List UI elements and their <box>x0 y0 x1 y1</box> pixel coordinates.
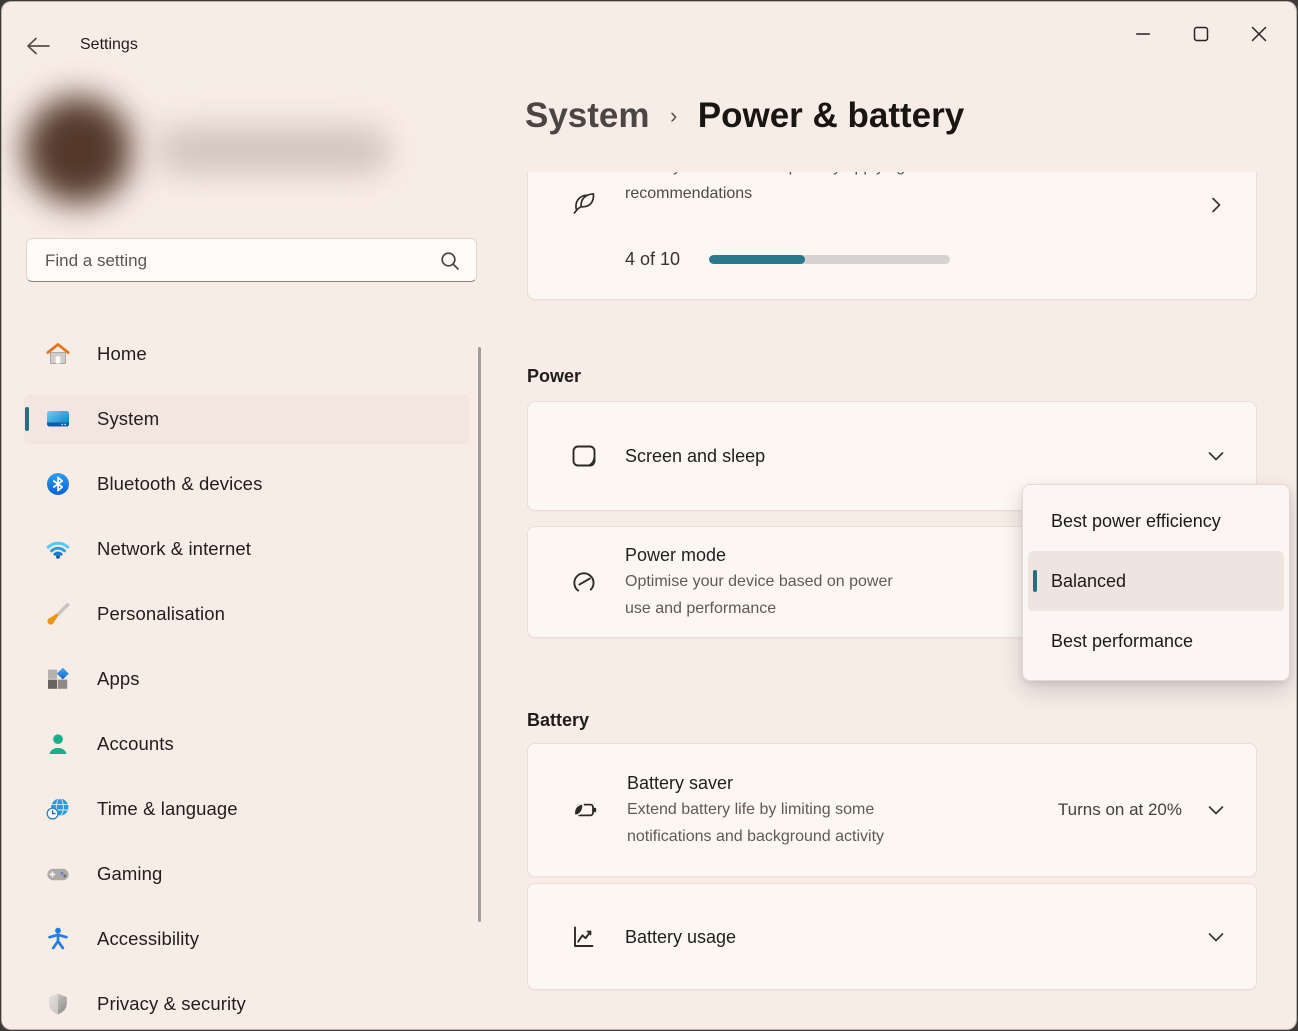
time-language-icon <box>45 796 71 822</box>
accounts-icon <box>45 731 71 757</box>
maximize-icon <box>1189 22 1213 46</box>
home-icon <box>45 341 71 367</box>
system-icon <box>45 406 71 432</box>
power-mode-description: Optimise your device based on power use … <box>625 568 893 622</box>
sidebar-item-label: Home <box>97 343 147 365</box>
section-header-battery: Battery <box>527 708 1257 732</box>
network-icon <box>45 536 71 562</box>
progress-fill <box>709 255 805 264</box>
battery-usage-card[interactable]: Battery usage <box>527 883 1257 990</box>
sidebar-item-label: Personalisation <box>97 603 225 625</box>
power-mode-label: Power mode <box>625 542 893 568</box>
sidebar-nav: Home System <box>24 329 470 1030</box>
maximize-button[interactable] <box>1172 14 1230 54</box>
minimize-button[interactable] <box>1114 14 1172 54</box>
page-title: Power & battery <box>698 96 964 135</box>
sidebar-item-bluetooth-devices[interactable]: Bluetooth & devices <box>24 459 470 509</box>
sidebar-item-apps[interactable]: Apps <box>24 654 470 704</box>
sidebar: Home System <box>2 64 502 1029</box>
battery-usage-label: Battery usage <box>625 924 736 950</box>
breadcrumb-parent[interactable]: System <box>525 96 650 135</box>
leaf-icon <box>570 187 600 217</box>
battery-saver-label: Battery saver <box>627 770 884 796</box>
dropdown-option-balanced[interactable]: Balanced <box>1028 551 1284 611</box>
battery-saver-card[interactable]: Battery saver Extend battery life by lim… <box>527 743 1257 877</box>
gaming-icon <box>45 861 71 887</box>
battery-saver-icon <box>570 795 600 825</box>
sidebar-item-system[interactable]: System <box>24 394 470 444</box>
privacy-security-icon <box>45 991 71 1017</box>
search-box <box>26 238 477 282</box>
close-button[interactable] <box>1230 14 1288 54</box>
app-title: Settings <box>80 36 138 54</box>
section-header-power: Power <box>527 364 1257 388</box>
sidebar-item-accessibility[interactable]: Accessibility <box>24 914 470 964</box>
energy-recommendations-text: Lower your carbon footprint by applying … <box>625 172 949 207</box>
sidebar-item-label: Gaming <box>97 863 162 885</box>
screen-sleep-icon <box>570 442 598 470</box>
power-mode-dropdown: Best power efficiency Balanced Best perf… <box>1022 484 1290 681</box>
energy-text-line1: Lower your carbon footprint by applying … <box>625 172 949 180</box>
sidebar-item-privacy-security[interactable]: Privacy & security <box>24 979 470 1029</box>
accessibility-icon <box>45 926 71 952</box>
apps-icon <box>45 666 71 692</box>
search-icon <box>438 249 462 273</box>
sidebar-item-accounts[interactable]: Accounts <box>24 719 470 769</box>
sidebar-scrollbar[interactable] <box>478 347 481 922</box>
sidebar-item-time-language[interactable]: Time & language <box>24 784 470 834</box>
dropdown-option-best-performance[interactable]: Best performance <box>1028 611 1284 671</box>
sidebar-item-label: Privacy & security <box>97 993 246 1015</box>
energy-text-line2: recommendations <box>625 180 949 207</box>
close-icon <box>1247 22 1271 46</box>
back-button[interactable] <box>24 32 56 60</box>
sidebar-item-network-internet[interactable]: Network & internet <box>24 524 470 574</box>
back-arrow-icon <box>24 34 56 58</box>
user-email-redacted <box>170 136 390 166</box>
dropdown-option-best-power-efficiency[interactable]: Best power efficiency <box>1028 491 1284 551</box>
energy-recommendations-card[interactable]: Lower your carbon footprint by applying … <box>527 172 1257 300</box>
sidebar-item-label: Accessibility <box>97 928 199 950</box>
sidebar-item-label: Network & internet <box>97 538 251 560</box>
chevron-down-icon[interactable] <box>1204 444 1228 468</box>
sidebar-item-label: Accounts <box>97 733 174 755</box>
breadcrumb: System › Power & battery <box>525 96 964 136</box>
battery-usage-icon <box>570 923 598 951</box>
personalisation-icon <box>45 601 71 627</box>
progress-count: 4 of 10 <box>625 249 709 270</box>
sidebar-item-label: Apps <box>97 668 140 690</box>
sidebar-item-personalisation[interactable]: Personalisation <box>24 589 470 639</box>
power-mode-icon <box>570 568 598 596</box>
settings-window: Settings <box>1 1 1297 1030</box>
chevron-down-icon[interactable] <box>1204 798 1228 822</box>
battery-saver-value: Turns on at 20% <box>1058 800 1182 820</box>
bluetooth-icon <box>45 471 71 497</box>
chevron-right-icon[interactable] <box>1204 193 1228 217</box>
avatar <box>24 96 132 204</box>
screen-sleep-label: Screen and sleep <box>625 443 765 469</box>
window-controls <box>1114 14 1288 54</box>
sidebar-item-home[interactable]: Home <box>24 329 470 379</box>
sidebar-item-gaming[interactable]: Gaming <box>24 849 470 899</box>
sidebar-item-label: System <box>97 408 159 430</box>
titlebar: Settings <box>2 2 1296 64</box>
breadcrumb-separator-icon: › <box>670 103 677 128</box>
sidebar-item-label: Time & language <box>97 798 238 820</box>
progress-bar <box>709 255 950 264</box>
sidebar-item-label: Bluetooth & devices <box>97 473 262 495</box>
search-input[interactable] <box>43 239 437 283</box>
battery-saver-description: Extend battery life by limiting some not… <box>627 796 884 850</box>
user-profile[interactable] <box>20 94 390 212</box>
minimize-icon <box>1131 22 1155 46</box>
chevron-down-icon[interactable] <box>1204 925 1228 949</box>
